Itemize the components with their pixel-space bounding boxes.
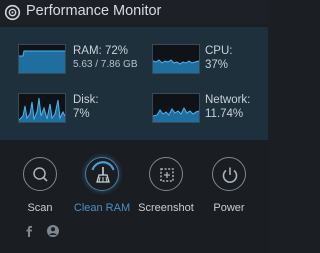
window-title: Performance Monitor — [26, 3, 162, 19]
disk-value: 7% — [73, 108, 90, 120]
power-label: Power — [213, 202, 245, 214]
ram-label: RAM: 72% — [73, 45, 128, 57]
disk-graph — [18, 93, 66, 123]
ram-detail: 5.63 / 7.86 GB — [73, 59, 138, 70]
facebook-icon[interactable] — [22, 224, 36, 238]
magnifier-icon — [33, 167, 48, 182]
disk-label: Disk: — [73, 94, 99, 106]
network-value: 11.74% — [205, 108, 244, 120]
clean-ram-button[interactable]: Clean RAM — [72, 157, 132, 221]
stats-panel: RAM: 72% 5.63 / 7.86 GB CPU: 37% Disk: 7… — [0, 27, 268, 140]
cpu-graph — [152, 44, 200, 74]
power-button[interactable]: Power — [199, 157, 259, 221]
scan-button[interactable]: Scan — [10, 157, 70, 221]
app-logo-icon — [4, 4, 21, 21]
network-graph — [152, 93, 200, 123]
screenshot-icon — [160, 168, 174, 182]
power-icon — [222, 167, 238, 183]
cpu-value: 37% — [205, 59, 229, 71]
title-bar: Performance Monitor — [0, 0, 268, 24]
screenshot-button[interactable]: Screenshot — [136, 157, 196, 221]
action-panel: Scan Clean RAM Screenshot Power — [0, 140, 268, 253]
network-label: Network: — [205, 94, 251, 106]
ram-graph — [18, 44, 66, 74]
broom-icon — [91, 161, 115, 183]
user-icon[interactable] — [46, 224, 60, 238]
cpu-label: CPU: — [205, 45, 233, 57]
